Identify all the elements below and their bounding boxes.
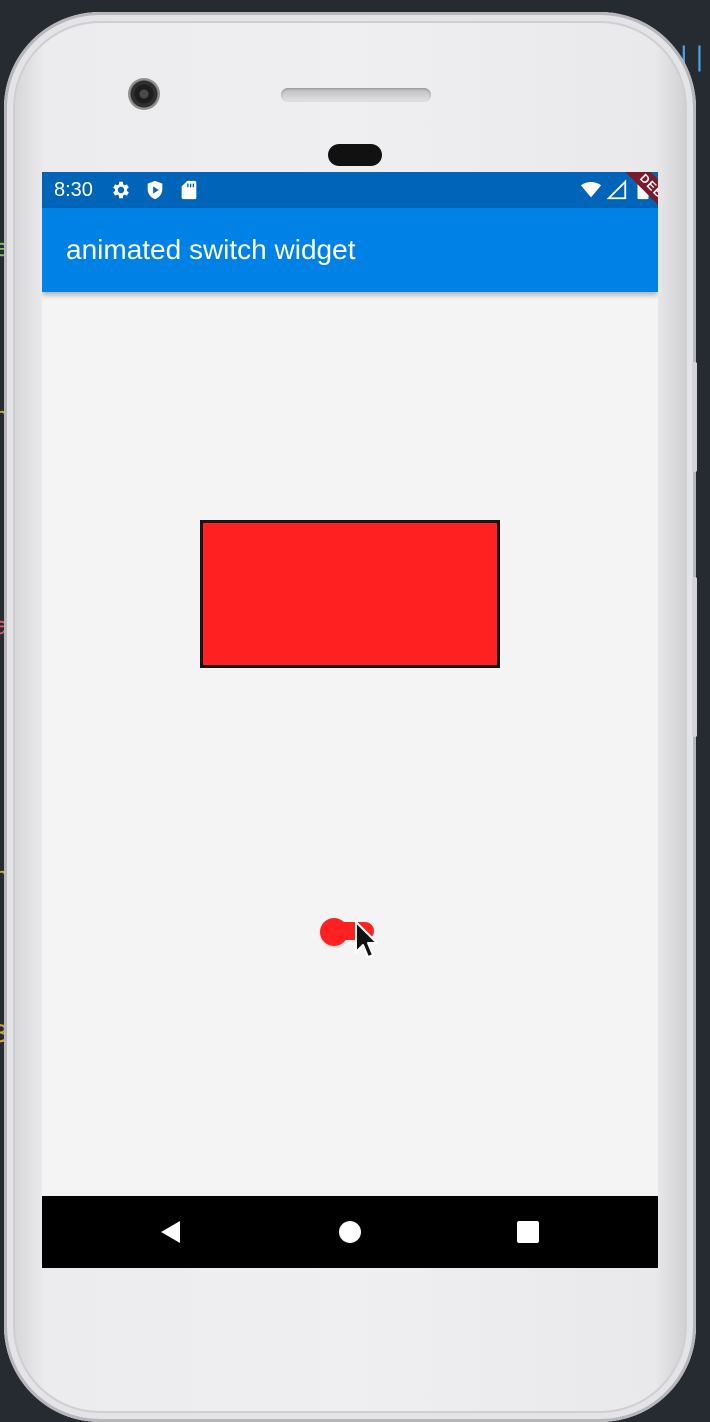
status-time: 8:30 (54, 179, 93, 201)
signal-icon (606, 179, 628, 201)
front-camera (128, 78, 160, 110)
switch-thumb[interactable] (320, 918, 348, 946)
wifi-icon (580, 179, 602, 201)
status-bar: 8:30 (42, 172, 658, 208)
mouse-pointer-icon (354, 920, 378, 960)
animated-color-box (200, 520, 500, 668)
sd-card-icon (178, 179, 200, 201)
gear-icon (110, 179, 132, 201)
back-triangle-icon[interactable] (158, 1219, 184, 1245)
earpiece-speaker (281, 88, 431, 102)
navigation-bar (42, 1196, 658, 1268)
volume-button[interactable] (692, 577, 697, 737)
proximity-sensor (328, 144, 382, 166)
power-button[interactable] (692, 362, 697, 472)
home-circle-icon[interactable] (337, 1219, 363, 1245)
app-bar: animated switch widget (42, 208, 658, 292)
device-screen: 8:30 animated switch widget DEBUG (42, 172, 658, 1268)
app-content (42, 292, 658, 1196)
app-title: animated switch widget (66, 234, 356, 265)
shield-play-icon (144, 179, 166, 201)
recents-square-icon[interactable] (515, 1219, 541, 1245)
